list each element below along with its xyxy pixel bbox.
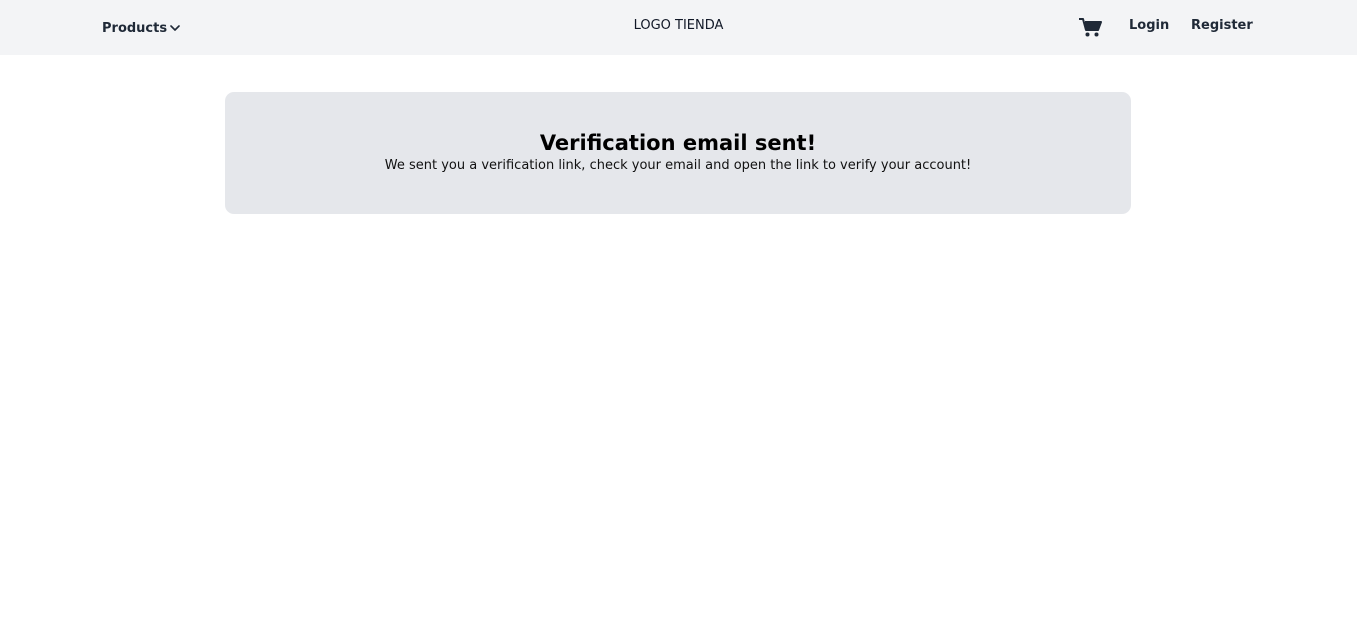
chevron-down-icon: [170, 25, 180, 31]
verification-description: We sent you a verification link, check y…: [384, 158, 972, 173]
navbar: Products LOGO TIENDA Login Register: [0, 0, 1357, 55]
products-label: Products: [102, 20, 168, 36]
login-link[interactable]: Login: [1129, 18, 1169, 33]
verification-message-card: Verification email sent! We sent you a v…: [225, 92, 1131, 214]
cart-icon[interactable]: [1078, 16, 1102, 38]
verification-title: Verification email sent!: [539, 131, 817, 155]
register-link[interactable]: Register: [1191, 18, 1253, 33]
products-dropdown[interactable]: Products: [102, 18, 180, 38]
